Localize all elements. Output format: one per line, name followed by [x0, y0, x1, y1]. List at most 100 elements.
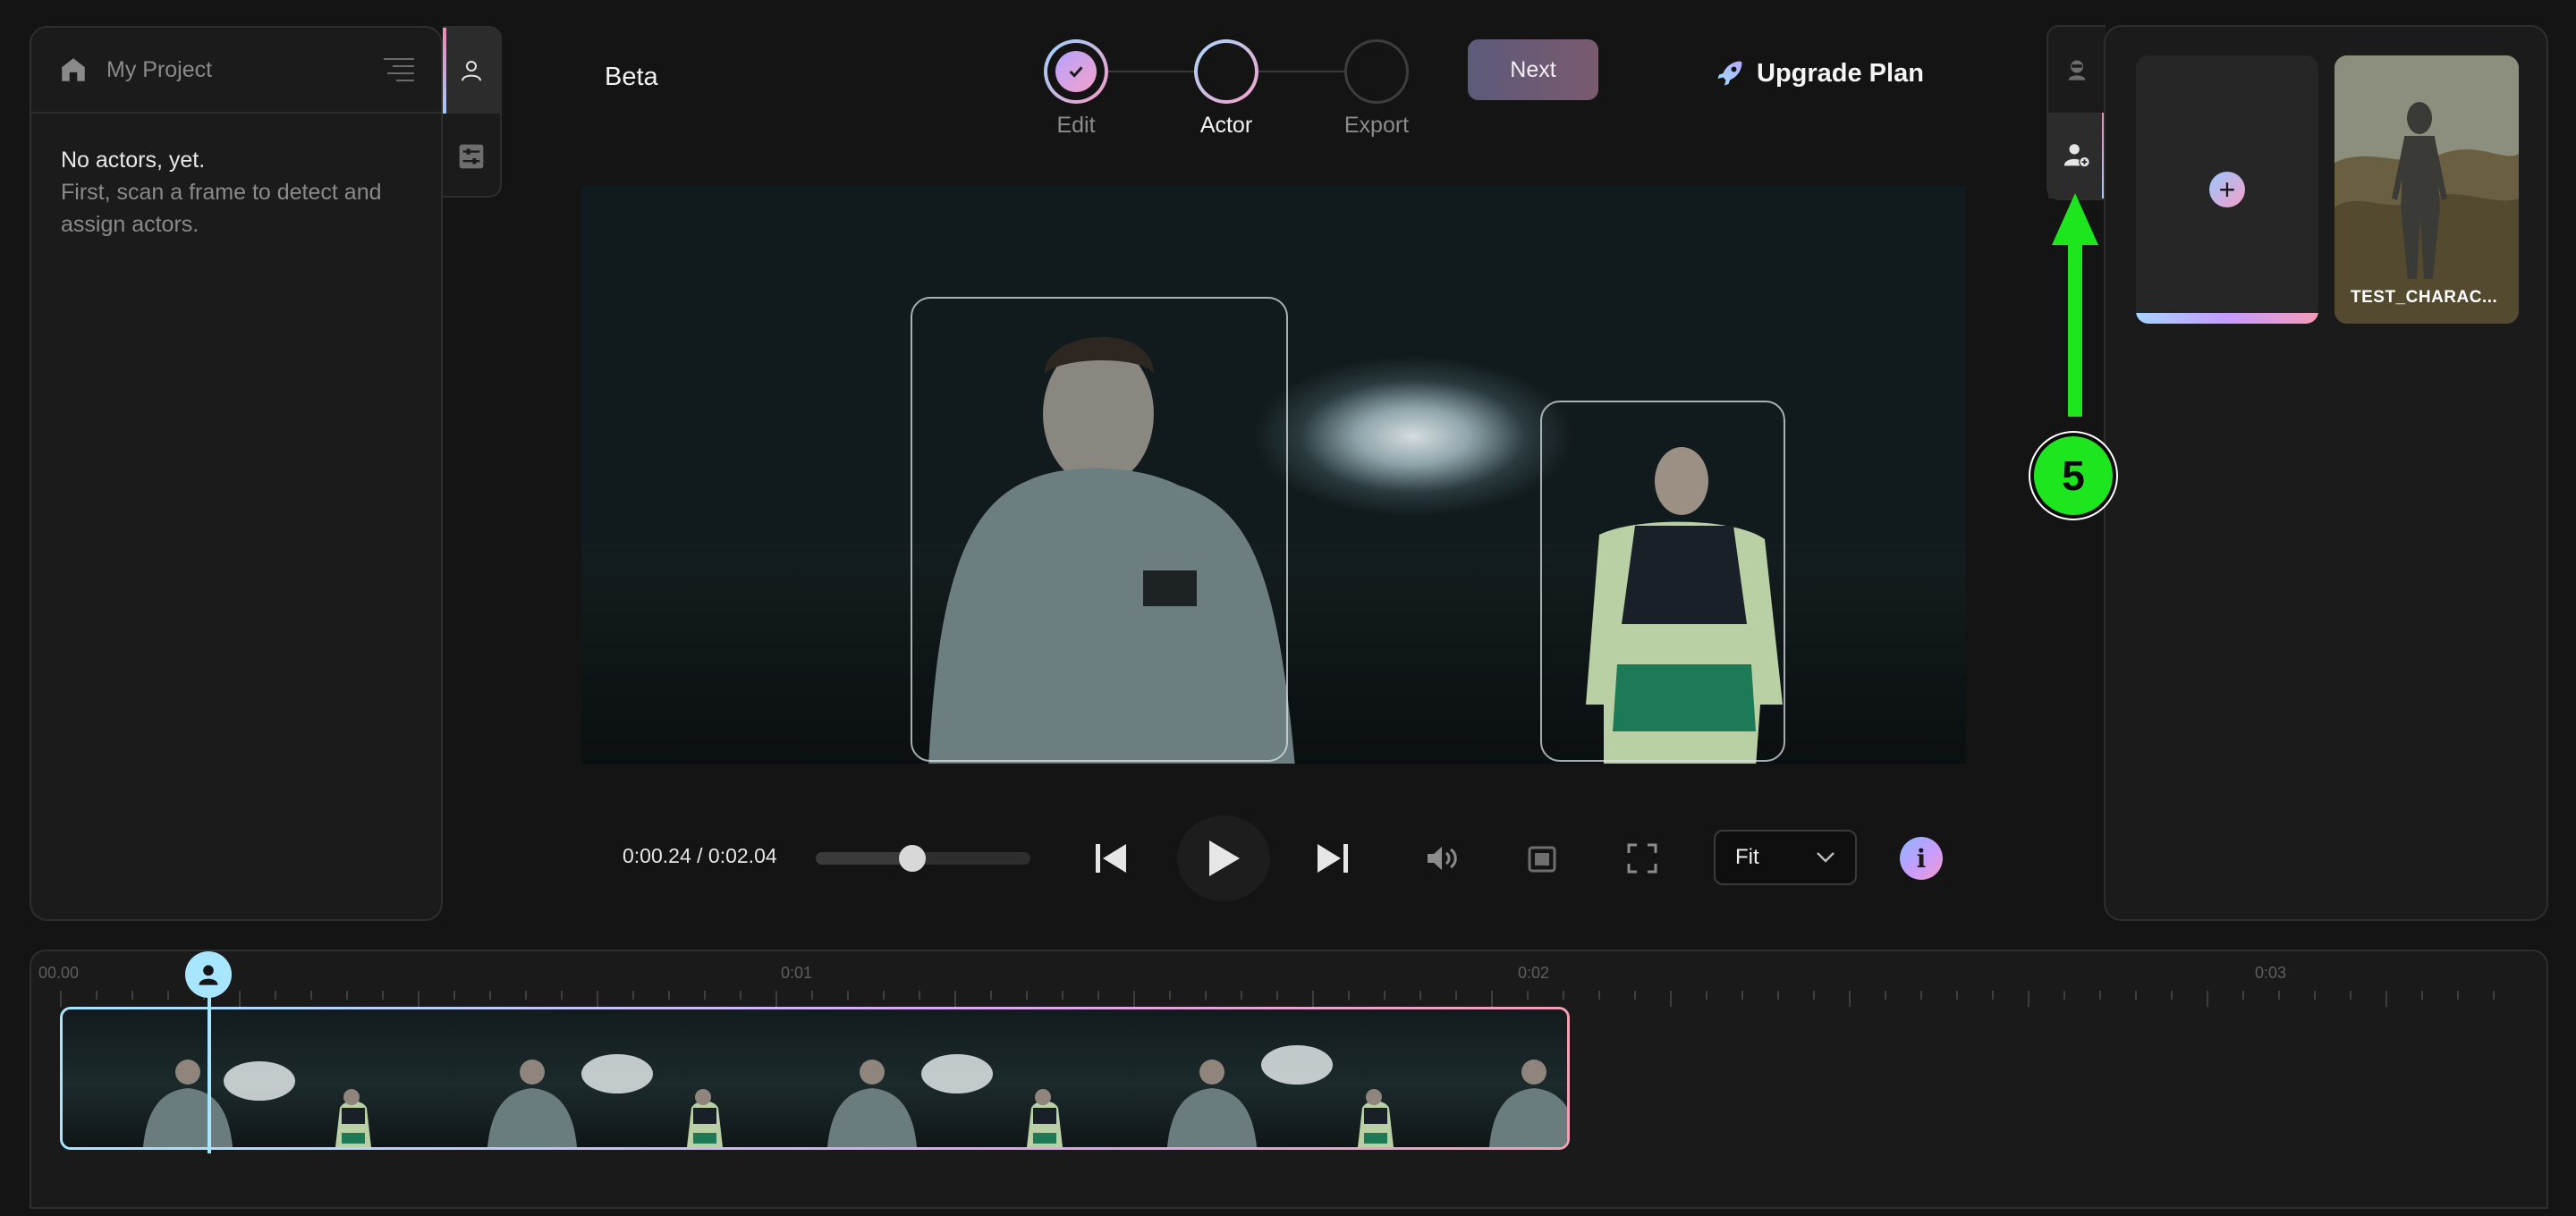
timeline-tick [2314, 991, 2316, 1000]
timeline-tick [1241, 991, 1242, 1000]
project-header: My Project [31, 28, 441, 114]
playhead-line[interactable] [208, 987, 211, 1153]
progress-scrubber[interactable] [816, 845, 1030, 872]
timeline-tick [1276, 991, 1278, 1000]
progress-fill [816, 852, 912, 865]
play-button[interactable] [1177, 815, 1270, 901]
home-icon[interactable] [58, 55, 89, 85]
tab-add-character[interactable] [2048, 113, 2106, 198]
timeline-tick [1419, 991, 1421, 1000]
step-edit-label: Edit [1056, 113, 1096, 138]
timeline-tick [1777, 991, 1779, 1000]
step-connector [1108, 71, 1194, 72]
timeline-tick [1348, 991, 1350, 1000]
timeline-tick [1598, 991, 1600, 1000]
picture-in-picture-icon[interactable] [1522, 842, 1562, 876]
tab-adjustments[interactable] [443, 114, 500, 199]
step-export-label: Export [1343, 113, 1410, 138]
empty-title: No actors, yet. [61, 148, 206, 173]
timeline-tick [990, 991, 992, 1000]
timeline-tick [453, 991, 455, 1000]
timeline-tick [1670, 991, 1672, 1007]
beta-label: Beta [605, 63, 658, 91]
timeline-tick [740, 991, 741, 1000]
timeline-tick [2135, 991, 2137, 1000]
step-edit-circle[interactable] [1044, 39, 1108, 104]
video-preview[interactable] [581, 186, 1966, 764]
next-button[interactable]: Next [1468, 39, 1598, 100]
character-thumbnail [2334, 55, 2519, 324]
actors-panel: My Project No actors, yet. First, scan a… [30, 26, 443, 921]
timeline-tick [883, 991, 885, 1000]
timeline-tick [2207, 991, 2208, 1007]
time-display: 0:00.24 / 0:02.04 [623, 844, 777, 867]
progress-knob[interactable] [899, 845, 926, 872]
timeline-tick [1563, 991, 1564, 1000]
timeline-tick [310, 991, 312, 1000]
arrow-up-icon [2052, 193, 2098, 417]
step-actor-label: Actor [1199, 113, 1253, 138]
timeline-tick [704, 991, 706, 1000]
timeline-tick [2421, 991, 2423, 1000]
timeline-tick [60, 991, 62, 1007]
add-person-icon [2063, 144, 2090, 168]
timeline-tick [346, 991, 348, 1000]
chevron-down-icon [1817, 852, 1835, 863]
plus-icon: + [2209, 172, 2245, 207]
timeline-tick [1885, 991, 1886, 1000]
tab-actor-library[interactable] [2048, 27, 2106, 113]
clip-frames-strip [143, 1045, 1567, 1147]
tab-actors[interactable] [443, 28, 500, 114]
timeline-tick [1920, 991, 1922, 1000]
actor-bounding-box[interactable] [911, 297, 1288, 762]
step-export-circle[interactable] [1344, 39, 1409, 104]
add-character-card[interactable]: + [2136, 55, 2318, 324]
info-button[interactable]: i [1900, 837, 1943, 880]
person-icon [199, 965, 218, 985]
timeline-tick [1849, 991, 1851, 1007]
timeline-tick [1741, 991, 1743, 1000]
fullscreen-icon[interactable] [1623, 840, 1662, 876]
timeline-tick [2493, 991, 2495, 1000]
timeline-tick [2350, 991, 2351, 1000]
timeline-tick [775, 991, 777, 1007]
timeline-tick [167, 991, 169, 1000]
skip-back-icon[interactable] [1091, 839, 1132, 878]
timeline-tick [632, 991, 634, 1000]
timeline-tick [2385, 991, 2387, 1007]
upgrade-plan-label: Upgrade Plan [1757, 58, 1924, 88]
actor-bounding-box[interactable] [1540, 401, 1785, 762]
character-label: TEST_CHARAC... [2351, 288, 2498, 307]
timeline-tick [1527, 991, 1529, 1000]
timeline-tick [1813, 991, 1815, 1000]
upgrade-plan-button[interactable]: Upgrade Plan [1714, 57, 1924, 89]
timeline-tick [1455, 991, 1457, 1000]
timeline-panel[interactable]: 00.00 0:01 0:02 0:03 [30, 950, 2548, 1209]
volume-icon[interactable] [1422, 840, 1463, 876]
timeline-tick [1133, 991, 1135, 1007]
timeline-tick [1706, 991, 1707, 1000]
zoom-fit-select[interactable]: Fit [1714, 830, 1857, 885]
playhead-handle[interactable] [185, 951, 232, 998]
timeline-tick [1992, 991, 1994, 1000]
character-card[interactable]: TEST_CHARAC... [2334, 55, 2519, 324]
timeline-tick [1026, 991, 1028, 1000]
project-name[interactable]: My Project [106, 57, 212, 83]
video-clip-track[interactable] [60, 1007, 1570, 1150]
sliders-icon [459, 144, 484, 169]
timeline-tick [382, 991, 384, 1000]
step-connector [1258, 71, 1344, 72]
timeline-tick [668, 991, 670, 1000]
step-actor-circle[interactable] [1194, 39, 1258, 104]
timeline-tick [847, 991, 849, 1000]
skip-forward-icon[interactable] [1311, 839, 1352, 878]
timeline-tick [2171, 991, 2173, 1000]
add-card-accent-bar [2136, 313, 2318, 324]
timeline-tick [525, 991, 527, 1000]
person-icon [462, 61, 481, 81]
timeline-tick [2242, 991, 2244, 1000]
timeline-tick [2099, 991, 2101, 1000]
menu-lines-icon[interactable] [384, 56, 414, 83]
timeline-tick [96, 991, 97, 1000]
rocket-icon [1717, 61, 1742, 86]
